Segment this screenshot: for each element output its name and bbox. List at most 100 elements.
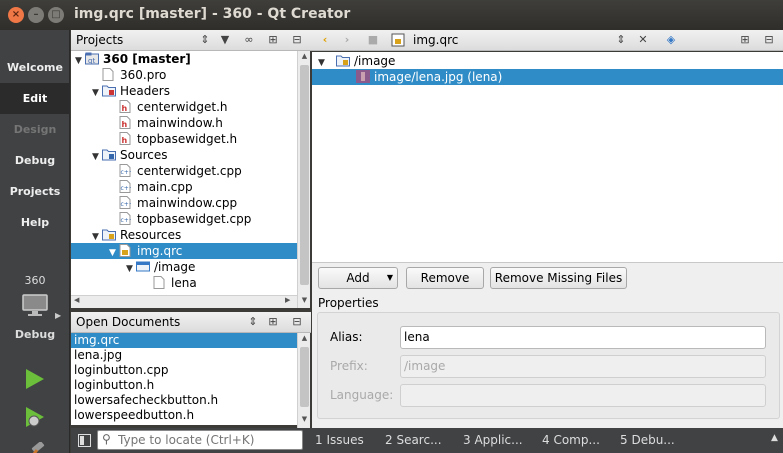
open-document-item[interactable]: lena.jpg [71, 348, 297, 363]
tree-item[interactable]: ▼ Sources [71, 147, 297, 163]
tree-item[interactable]: ▼/image [71, 259, 297, 275]
tree-item-label: img.qrc [137, 244, 183, 258]
open-document-item[interactable]: img.qrc [71, 333, 297, 348]
tree-item[interactable]: c++ topbasewidget.cpp [71, 211, 297, 227]
open-document-item[interactable]: loginbutton.cpp [71, 363, 297, 378]
window-minimize-button[interactable]: – [28, 7, 44, 23]
kit-project-label: 360 [24, 274, 46, 287]
run-icon[interactable] [24, 367, 46, 391]
open-documents-scrollbar[interactable]: ▲ ▼ [297, 333, 310, 428]
file-icon [153, 276, 167, 289]
tree-item[interactable]: ▼ qt 360 [master] [71, 51, 297, 67]
filter-icon[interactable]: ▼ [217, 33, 233, 46]
locator-input[interactable] [118, 432, 298, 448]
mode-projects[interactable]: Projects [0, 176, 70, 207]
tree-item-label: Headers [120, 84, 170, 98]
close-document-icon[interactable]: ✕ [635, 33, 651, 46]
svg-text:c++: c++ [121, 217, 132, 224]
build-hammer-icon[interactable] [22, 442, 48, 453]
tree-item[interactable]: ▼ Headers [71, 83, 297, 99]
tree-item[interactable]: ▼ img.qrc [71, 243, 297, 259]
add-button[interactable]: Add ▼ [318, 267, 398, 289]
monitor-icon[interactable] [22, 294, 48, 316]
tree-item[interactable]: h topbasewidget.h [71, 131, 297, 147]
split-icon[interactable]: ⊞ [265, 33, 281, 46]
tree-item-label: centerwidget.cpp [137, 164, 242, 178]
split-icon[interactable]: ⊞ [737, 33, 753, 46]
tree-item[interactable]: c++ main.cpp [71, 179, 297, 195]
debug-run-icon[interactable] [24, 405, 46, 429]
scroll-thumb[interactable] [300, 65, 309, 285]
projects-tree[interactable]: ▼ qt 360 [master] 360.pro ▼ Headers h centerwid… [71, 51, 297, 295]
open-document-item[interactable]: loginbutton.h [71, 378, 297, 393]
back-icon[interactable]: ‹ [317, 33, 333, 46]
kit-build-label: Debug [14, 328, 56, 341]
cpp-file-icon: c++ [119, 196, 134, 209]
open-documents-title[interactable]: Open Documents [76, 315, 180, 329]
forward-icon[interactable]: › [339, 33, 355, 46]
close-split-icon[interactable]: ⊟ [761, 33, 777, 46]
mode-help[interactable]: Help [0, 207, 70, 238]
pro-file-icon [102, 68, 116, 81]
output-tab-application[interactable]: 3 Applic... [463, 433, 523, 447]
window-close-button[interactable]: × [8, 7, 24, 23]
split-icon[interactable]: ⊞ [265, 315, 281, 328]
mode-edit[interactable]: Edit [0, 83, 70, 114]
tree-item[interactable]: h centerwidget.h [71, 99, 297, 115]
tree-item[interactable]: 360.pro [71, 67, 297, 83]
resource-tree-item[interactable]: image/lena.jpg (lena) [312, 69, 783, 85]
cpp-file-icon: c++ [119, 180, 134, 193]
close-panel-icon[interactable]: ⊟ [289, 315, 305, 328]
window-maximize-button[interactable]: □ [48, 7, 64, 23]
scroll-down-icon[interactable]: ▼ [298, 296, 311, 304]
remove-button[interactable]: Remove [406, 267, 484, 289]
scroll-thumb[interactable] [300, 347, 309, 407]
projects-scrollbar[interactable]: ▲ ▼ [297, 51, 310, 308]
scroll-left-icon[interactable]: ◀ [74, 296, 79, 304]
toggle-sidebar-icon[interactable] [78, 434, 91, 447]
language-input [400, 384, 766, 407]
tree-item-label: centerwidget.h [137, 100, 228, 114]
view-selector-arrows-icon[interactable]: ⇕ [245, 315, 261, 328]
resource-tree[interactable]: ▼/image image/lena.jpg (lena) [312, 52, 783, 262]
qrc-file-icon [391, 33, 405, 47]
alias-input[interactable]: lena [400, 326, 766, 349]
close-panel-icon[interactable]: ⊟ [289, 33, 305, 46]
output-tab-issues[interactable]: 1 Issues [315, 433, 364, 447]
editor-file-name[interactable]: img.qrc [413, 33, 458, 47]
remove-missing-files-button[interactable]: Remove Missing Files [490, 267, 627, 289]
cpp-file-icon: c++ [119, 212, 134, 225]
resource-tree-item[interactable]: ▼/image [312, 53, 783, 69]
locate-icon[interactable]: ◈ [663, 33, 679, 46]
view-selector-arrows-icon[interactable]: ⇕ [197, 33, 213, 46]
more-arrow-icon[interactable]: ▲ [771, 433, 778, 443]
projects-hscrollbar[interactable]: ◀ ▶ [71, 295, 297, 308]
output-tab-compile[interactable]: 4 Comp... [542, 433, 600, 447]
open-document-item[interactable]: lowerspeedbutton.h [71, 408, 297, 423]
open-document-item[interactable]: lowersafecheckbutton.h [71, 393, 297, 408]
mode-debug[interactable]: Debug [0, 145, 70, 176]
tree-item[interactable]: h mainwindow.h [71, 115, 297, 131]
link-editor-icon[interactable]: ∞ [241, 33, 257, 46]
locator[interactable]: ⚲ [97, 430, 303, 450]
scroll-up-icon[interactable]: ▲ [298, 334, 311, 342]
chevron-down-icon: ▼ [386, 273, 393, 282]
tree-item[interactable]: lena [71, 275, 297, 291]
project-icon: qt [85, 52, 99, 65]
output-tab-search[interactable]: 2 Searc... [385, 433, 442, 447]
open-documents-list[interactable]: img.qrc lena.jpg loginbutton.cpp loginbutto… [71, 333, 297, 425]
tree-item[interactable]: ▼ Resources [71, 227, 297, 243]
projects-panel-title[interactable]: Projects [76, 33, 123, 47]
tree-item[interactable]: c++ mainwindow.cpp [71, 195, 297, 211]
sources-folder-icon [102, 148, 116, 161]
scroll-up-icon[interactable]: ▲ [298, 52, 311, 60]
tree-item[interactable]: c++ centerwidget.cpp [71, 163, 297, 179]
output-tab-debugger[interactable]: 5 Debu... [620, 433, 675, 447]
file-list-arrows-icon[interactable]: ⇕ [613, 33, 629, 46]
scroll-right-icon[interactable]: ▶ [285, 296, 290, 304]
scroll-down-icon[interactable]: ▼ [298, 415, 311, 423]
prefix-folder-icon [336, 54, 350, 67]
resources-folder-icon [102, 228, 116, 241]
kit-selector-arrow-icon[interactable]: ▶ [55, 311, 61, 320]
mode-welcome[interactable]: Welcome [0, 52, 70, 83]
